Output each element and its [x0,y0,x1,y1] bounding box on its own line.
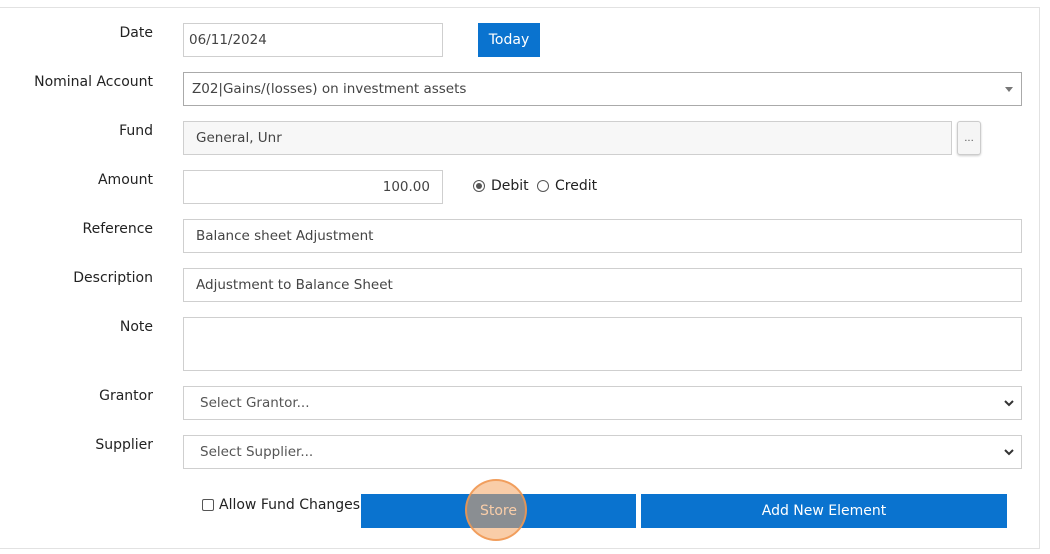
credit-radio-circle[interactable] [537,180,549,192]
note-label: Note [119,319,153,335]
date-label: Date [119,25,153,41]
fund-label: Fund [119,123,153,139]
allow-fund-changes-label: Allow Fund Changes [219,497,361,513]
credit-label: Credit [555,178,598,194]
credit-radio[interactable]: Credit [537,178,597,194]
fund-lookup-button[interactable]: ... [957,121,981,155]
chevron-down-icon [1004,449,1014,456]
reference-label: Reference [82,221,154,237]
date-input[interactable]: 06/11/2024 [183,23,443,57]
reference-input[interactable]: Balance sheet Adjustment [183,219,1022,253]
amount-label: Amount [97,172,153,188]
nominal-account-select[interactable]: Z02|Gains/(losses) on investment assets [183,72,1022,106]
supplier-label: Supplier [95,437,153,453]
dropdown-caret-icon [1005,87,1013,92]
debit-radio-circle[interactable] [473,180,485,192]
nominal-account-label: Nominal Account [34,74,153,90]
supplier-select[interactable]: Select Supplier... [183,435,1022,469]
store-button[interactable]: Store [361,494,636,528]
grantor-select[interactable]: Select Grantor... [183,386,1022,420]
debit-label: Debit [491,178,529,194]
today-button[interactable]: Today [478,23,540,57]
debit-radio[interactable]: Debit [473,178,529,194]
add-new-element-button[interactable]: Add New Element [641,494,1007,528]
fund-input[interactable]: General, Unr [183,121,952,155]
supplier-placeholder: Select Supplier... [200,444,314,460]
allow-fund-changes[interactable]: Allow Fund Changes [202,497,360,513]
allow-fund-changes-checkbox[interactable] [202,499,214,511]
note-textarea[interactable] [183,317,1022,371]
amount-input[interactable]: 100.00 [183,170,443,204]
grantor-placeholder: Select Grantor... [200,395,310,411]
nominal-account-value: Z02|Gains/(losses) on investment assets [192,81,467,97]
description-input[interactable]: Adjustment to Balance Sheet [183,268,1022,302]
chevron-down-icon [1004,400,1014,407]
description-label: Description [73,270,153,286]
grantor-label: Grantor [99,388,153,404]
